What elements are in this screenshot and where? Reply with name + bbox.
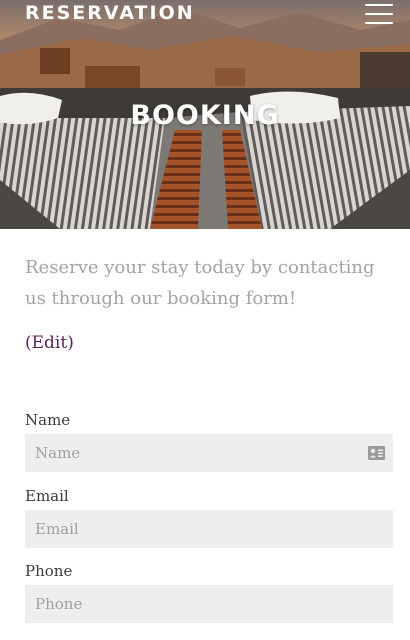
- name-field[interactable]: [25, 434, 393, 472]
- hamburger-menu-icon[interactable]: [365, 4, 393, 26]
- name-label: Name: [25, 411, 71, 429]
- email-field[interactable]: [25, 510, 393, 548]
- phone-field[interactable]: [25, 585, 393, 623]
- hero-banner: RESERVATION BOOKING: [0, 0, 410, 229]
- edit-link[interactable]: (Edit): [25, 333, 74, 353]
- menu-bar: [365, 22, 393, 24]
- contact-card-icon: [368, 446, 385, 460]
- brand-title[interactable]: RESERVATION: [25, 2, 195, 24]
- phone-label: Phone: [25, 562, 73, 580]
- menu-bar: [365, 4, 393, 6]
- intro-text: Reserve your stay today by contacting us…: [25, 257, 375, 309]
- menu-bar: [365, 13, 393, 15]
- email-label: Email: [25, 487, 69, 505]
- page-title: BOOKING: [130, 100, 280, 131]
